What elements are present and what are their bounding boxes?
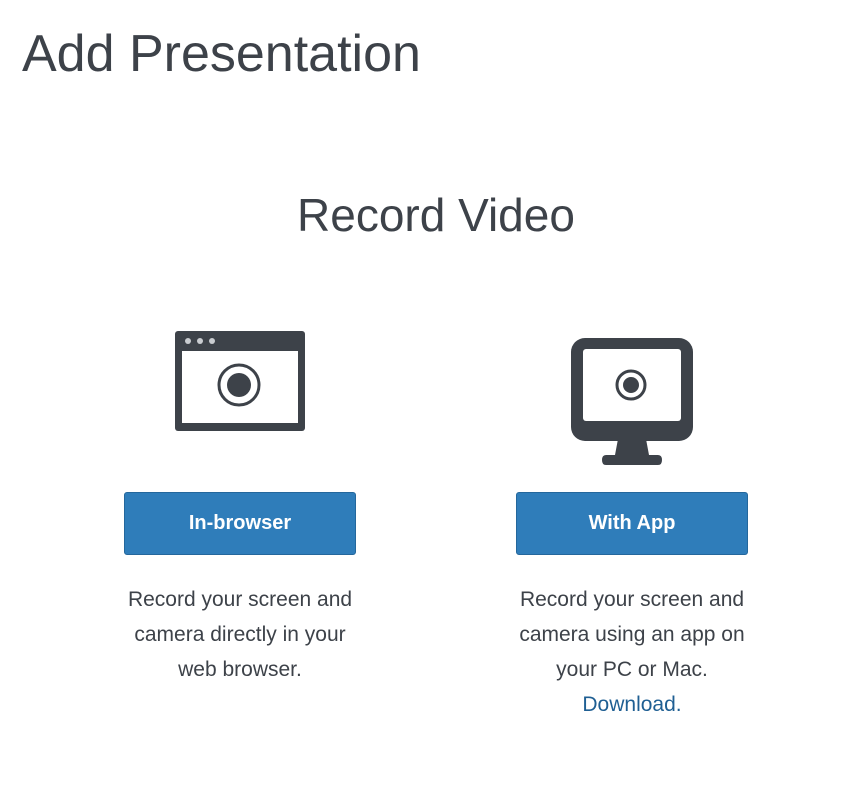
description-line: Record your screen and [127, 588, 353, 611]
option-in-browser: In-browser Record your screen and camera… [95, 330, 385, 687]
in-browser-button[interactable]: In-browser [124, 492, 356, 555]
description-line: Record your screen and [519, 588, 745, 611]
description-line: web browser. [178, 658, 302, 681]
browser-window-record-icon [175, 331, 305, 431]
section-title: Record Video [297, 189, 575, 241]
desktop-monitor-record-icon [571, 338, 693, 465]
option-with-app: With App Record your screen and camera u… [487, 330, 777, 722]
with-app-button[interactable]: With App [516, 492, 748, 555]
description-line: your PC or Mac. [556, 658, 708, 681]
with-app-description: Record your screen and camera using an a… [487, 582, 777, 722]
browser-icon-container [95, 330, 385, 470]
description-line: camera using an app on [519, 623, 745, 646]
app-icon-container [487, 330, 777, 470]
in-browser-description: Record your screen and camera directly i… [95, 582, 385, 687]
description-line: camera directly in your [134, 623, 346, 646]
download-link[interactable]: Download. [487, 687, 777, 722]
page-title: Add Presentation [22, 25, 421, 83]
